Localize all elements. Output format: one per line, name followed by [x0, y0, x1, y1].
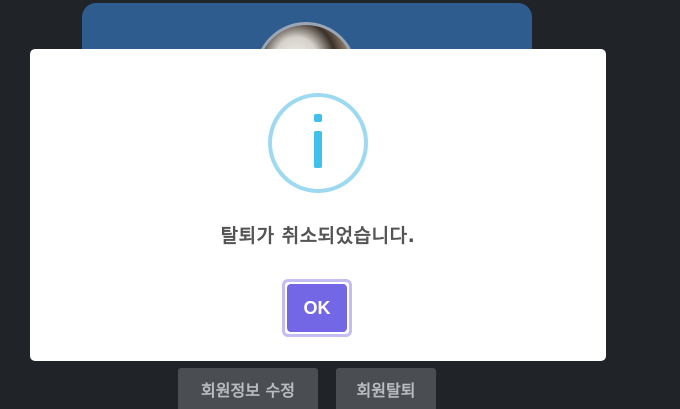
alert-dialog: 탈퇴가 취소되었습니다. OK [30, 49, 606, 361]
edit-profile-button[interactable]: 회원정보 수정 [178, 368, 318, 409]
ok-button-focus-ring: OK [282, 279, 352, 337]
withdraw-button[interactable]: 회원탈퇴 [336, 368, 436, 409]
info-icon [268, 93, 368, 193]
info-icon-bar [314, 131, 322, 168]
ok-button[interactable]: OK [287, 284, 347, 332]
dialog-message: 탈퇴가 취소되었습니다. [220, 225, 416, 247]
info-icon-dot [314, 114, 322, 122]
